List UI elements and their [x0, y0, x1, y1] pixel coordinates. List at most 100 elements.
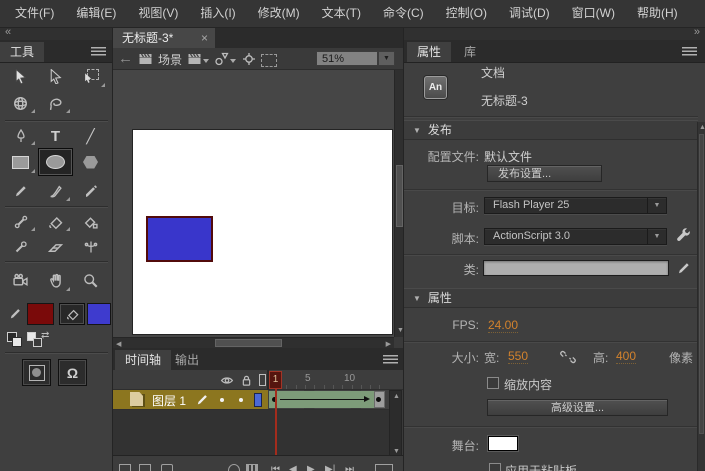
zoom-level-field[interactable]: 51% [316, 51, 378, 66]
v-scroll-thumb[interactable] [396, 165, 403, 227]
show-hide-layers-icon[interactable] [220, 374, 234, 387]
text-tool[interactable]: T [38, 124, 73, 148]
edit-scene-dropdown-icon[interactable] [203, 59, 209, 63]
props-scroll-up-icon[interactable]: ▲ [699, 123, 705, 132]
width-value[interactable]: 550 [508, 349, 529, 364]
eyedropper-tool[interactable] [3, 235, 38, 259]
object-drawing-toggle[interactable] [22, 359, 51, 386]
script-dropdown-icon[interactable]: ▼ [647, 229, 666, 244]
brush-tool[interactable] [38, 178, 73, 204]
outline-layers-icon[interactable] [259, 374, 266, 386]
menu-edit[interactable]: 编辑(E) [65, 0, 127, 27]
go-last-frame-icon[interactable]: ⏭ [345, 464, 354, 471]
edit-multiple-frames-icon[interactable] [246, 464, 258, 471]
props-scroll-thumb[interactable] [699, 134, 704, 434]
menu-window[interactable]: 窗口(W) [561, 0, 626, 27]
stage[interactable] [133, 130, 392, 334]
new-folder-icon[interactable] [139, 464, 151, 471]
zoom-dropdown-icon[interactable]: ▼ [378, 51, 395, 66]
edit-symbols-icon[interactable] [214, 52, 229, 66]
menu-modify[interactable]: 修改(M) [247, 0, 311, 27]
selection-tool[interactable] [3, 62, 38, 90]
lock-layers-icon[interactable] [240, 374, 253, 387]
playhead-marker[interactable]: 1 [269, 371, 282, 389]
frames-area[interactable] [268, 390, 389, 410]
edit-scene-icon[interactable] [187, 52, 202, 66]
close-tab-icon[interactable]: × [201, 28, 208, 48]
pasteboard[interactable] [113, 70, 394, 337]
back-arrow-icon[interactable]: ← [118, 49, 133, 69]
publish-settings-button[interactable]: 发布设置... [487, 165, 602, 182]
height-value[interactable]: 400 [616, 349, 637, 364]
scale-content-checkbox[interactable] [487, 377, 499, 389]
menu-debug[interactable]: 调试(D) [498, 0, 561, 27]
3d-rotation-tool[interactable] [3, 90, 38, 116]
menu-help[interactable]: 帮助(H) [626, 0, 689, 27]
stroke-color-swatch[interactable] [27, 303, 54, 325]
menu-text[interactable]: 文本(T) [311, 0, 372, 27]
timeline-scrollbar[interactable]: ▲ ▼ [389, 390, 402, 458]
layer-name[interactable]: 图层 1 [152, 392, 186, 409]
pencil-tool[interactable] [3, 178, 38, 204]
canvas-vertical-scrollbar[interactable]: ▼ [394, 70, 404, 337]
stage-color-swatch[interactable] [488, 436, 518, 451]
tab-properties[interactable]: 属性 [407, 42, 452, 62]
width-tool[interactable] [73, 235, 108, 259]
layer-visible-dot-icon[interactable] [220, 398, 224, 402]
lasso-tool[interactable] [38, 90, 73, 116]
menu-control[interactable]: 控制(O) [435, 0, 498, 27]
layer-outline-color-swatch[interactable] [254, 393, 262, 407]
tab-library[interactable]: 库 [454, 42, 486, 62]
camera-tool[interactable] [3, 266, 38, 294]
menu-commands[interactable]: 命令(C) [372, 0, 435, 27]
link-width-height-icon[interactable] [559, 350, 577, 364]
canvas-horizontal-scrollbar[interactable]: ◀ ▶ [113, 337, 394, 348]
layer-row[interactable]: 图层 1 [113, 390, 268, 410]
play-icon[interactable]: ▶ [307, 464, 315, 471]
new-layer-icon[interactable] [119, 464, 131, 471]
properties-section-header[interactable]: ▼ 属性 [404, 288, 698, 308]
polystar-tool[interactable] [73, 148, 108, 176]
edit-symbols-dropdown-icon[interactable] [230, 59, 236, 63]
timeline-empty-area[interactable] [113, 410, 389, 455]
pen-tool[interactable] [3, 124, 38, 148]
layer-lock-dot-icon[interactable] [239, 398, 243, 402]
class-input[interactable] [483, 260, 669, 276]
tl-scroll-up-icon[interactable]: ▲ [393, 392, 400, 401]
eraser-tool[interactable] [38, 235, 73, 259]
clipboard-bounds-icon[interactable] [261, 54, 277, 67]
playhead-line[interactable] [275, 389, 277, 455]
script-dropdown[interactable]: ActionScript 3.0 ▼ [484, 228, 667, 245]
target-dropdown[interactable]: Flash Player 25 ▼ [484, 197, 667, 214]
paint-brush-tool[interactable] [73, 178, 108, 204]
loop-icon[interactable] [375, 464, 393, 471]
menu-view[interactable]: 视图(V) [127, 0, 189, 27]
tools-panel-menu-icon[interactable] [91, 47, 106, 56]
timeline-panel-menu-icon[interactable] [383, 355, 398, 364]
keyframe-dot-end[interactable] [376, 397, 381, 402]
collapse-to-icons-icon[interactable]: » [694, 26, 700, 38]
go-first-frame-icon[interactable]: ⏮ [271, 464, 280, 471]
step-forward-icon[interactable]: ▶| [325, 464, 335, 471]
fill-bucket-icon[interactable] [59, 303, 85, 325]
h-scroll-thumb[interactable] [215, 339, 282, 347]
delete-layer-icon[interactable] [161, 464, 173, 471]
tab-timeline[interactable]: 时间轴 [115, 350, 172, 370]
zoom-tool[interactable] [73, 266, 108, 294]
onion-skin-icon[interactable] [228, 464, 240, 471]
tab-tools[interactable]: 工具 [0, 42, 45, 62]
snap-to-objects-toggle[interactable]: Ω [58, 359, 87, 386]
oval-tool[interactable] [38, 148, 73, 176]
target-dropdown-icon[interactable]: ▼ [647, 198, 666, 213]
stage-shape-rectangle[interactable] [146, 216, 213, 262]
collapse-panel-icon[interactable]: « [5, 26, 11, 38]
class-edit-pencil-icon[interactable] [677, 261, 691, 275]
ink-bottle-tool[interactable] [73, 210, 108, 234]
properties-scrollbar[interactable]: ▲ [697, 122, 705, 471]
subselection-tool[interactable] [38, 62, 73, 90]
properties-panel-menu-icon[interactable] [682, 47, 697, 56]
hand-tool[interactable] [38, 266, 73, 294]
center-frame-icon[interactable] [242, 52, 256, 66]
line-tool[interactable]: ╱ [73, 124, 108, 148]
publish-section-header[interactable]: ▼ 发布 [404, 120, 698, 140]
